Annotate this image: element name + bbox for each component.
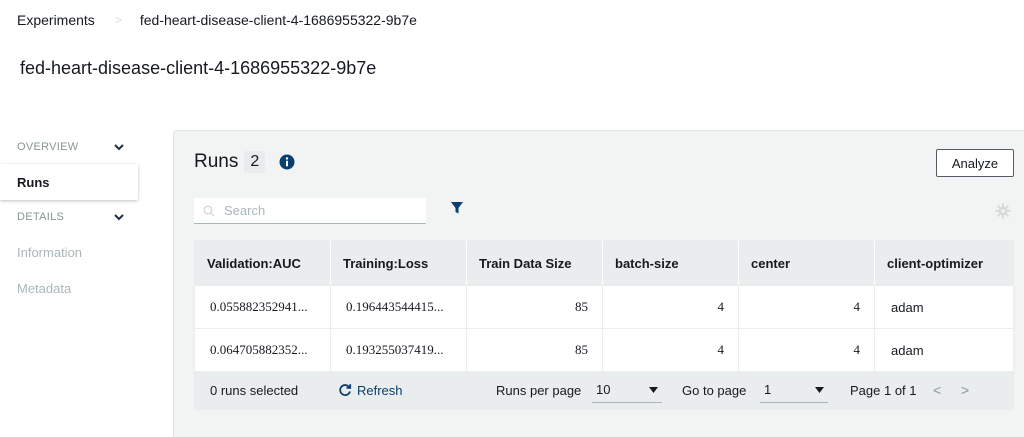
cell-batch-size: 4 bbox=[603, 329, 739, 371]
runs-count-badge: 2 bbox=[244, 151, 266, 173]
analyze-button[interactable]: Analyze bbox=[936, 149, 1014, 177]
sidebar: OVERVIEW Runs DETAILS Information Metada… bbox=[0, 130, 140, 306]
go-to-page-label: Go to page bbox=[682, 382, 747, 398]
runs-per-page-value: 10 bbox=[596, 382, 611, 397]
refresh-label: Refresh bbox=[357, 382, 403, 398]
chevron-down-icon bbox=[114, 214, 124, 221]
runs-panel: Runs 2 Analyze Search Validation:AUC Tra… bbox=[173, 130, 1024, 437]
column-header-client-optimizer[interactable]: client-optimizer bbox=[875, 241, 1013, 285]
column-header-center[interactable]: center bbox=[739, 241, 875, 285]
column-header-batch-size[interactable]: batch-size bbox=[603, 241, 739, 285]
search-input[interactable] bbox=[224, 203, 414, 218]
caret-down-icon bbox=[815, 386, 824, 393]
cell-client-optimizer: adam bbox=[891, 299, 924, 315]
sidebar-section-overview-label: OVERVIEW bbox=[17, 141, 79, 153]
sidebar-item-metadata[interactable]: Metadata bbox=[0, 270, 140, 306]
search-icon bbox=[203, 204, 215, 217]
runs-per-page-label: Runs per page bbox=[496, 382, 582, 398]
sidebar-section-overview[interactable]: OVERVIEW bbox=[0, 130, 140, 164]
cell-validation-auc: 0.055882352941... bbox=[195, 286, 331, 328]
go-to-page-value: 1 bbox=[764, 382, 772, 397]
sidebar-section-details-label: DETAILS bbox=[17, 211, 65, 223]
filter-icon[interactable] bbox=[450, 201, 464, 215]
page-title: fed-heart-disease-client-4-1686955322-9b… bbox=[20, 58, 377, 78]
breadcrumb: Experiments > fed-heart-disease-client-4… bbox=[17, 10, 417, 30]
cell-client-optimizer: adam bbox=[891, 342, 924, 358]
cell-batch-size: 4 bbox=[603, 286, 739, 328]
table-row[interactable]: 0.064705882352... 0.193255037419... 85 4… bbox=[195, 328, 1013, 371]
cell-train-data-size: 85 bbox=[467, 286, 603, 328]
sidebar-item-information[interactable]: Information bbox=[0, 234, 140, 270]
table-row[interactable]: 0.055882352941... 0.196443544415... 85 4… bbox=[195, 285, 1013, 328]
refresh-icon bbox=[339, 384, 352, 396]
sidebar-item-runs[interactable]: Runs bbox=[0, 164, 138, 200]
cell-center: 4 bbox=[739, 329, 875, 371]
refresh-button[interactable]: Refresh bbox=[338, 383, 403, 398]
cell-validation-auc: 0.064705882352... bbox=[195, 329, 331, 371]
runs-per-page-select[interactable]: 10 bbox=[592, 377, 662, 403]
go-to-page-select[interactable]: 1 bbox=[760, 377, 828, 403]
runs-title: Runs bbox=[194, 151, 239, 172]
caret-down-icon bbox=[649, 386, 658, 393]
breadcrumb-experiments-link[interactable]: Experiments bbox=[17, 12, 95, 28]
runs-table: Validation:AUC Training:Loss Train Data … bbox=[194, 240, 1014, 410]
gear-icon[interactable] bbox=[995, 203, 1011, 219]
previous-page-button[interactable]: < bbox=[933, 382, 941, 398]
cell-training-loss: 0.193255037419... bbox=[331, 329, 467, 371]
column-header-validation-auc[interactable]: Validation:AUC bbox=[195, 241, 331, 285]
runs-header: Runs 2 bbox=[194, 151, 295, 173]
cell-center: 4 bbox=[739, 286, 875, 328]
cell-train-data-size: 85 bbox=[467, 329, 603, 371]
sidebar-section-details[interactable]: DETAILS bbox=[0, 200, 140, 234]
table-header: Validation:AUC Training:Loss Train Data … bbox=[195, 241, 1013, 285]
table-footer: 0 runs selected Refresh Runs per page 10… bbox=[195, 371, 1013, 409]
cell-training-loss: 0.196443544415... bbox=[331, 286, 467, 328]
breadcrumb-current: fed-heart-disease-client-4-1686955322-9b… bbox=[139, 12, 417, 28]
selection-count: 0 runs selected bbox=[210, 382, 299, 398]
breadcrumb-separator: > bbox=[114, 13, 122, 27]
chevron-down-icon bbox=[114, 144, 124, 151]
info-icon[interactable] bbox=[279, 154, 295, 170]
next-page-button[interactable]: > bbox=[961, 382, 969, 398]
search-box bbox=[194, 198, 426, 224]
column-header-train-data-size[interactable]: Train Data Size bbox=[467, 241, 603, 285]
page-indicator: Page 1 of 1 bbox=[850, 382, 917, 398]
column-header-training-loss[interactable]: Training:Loss bbox=[331, 241, 467, 285]
